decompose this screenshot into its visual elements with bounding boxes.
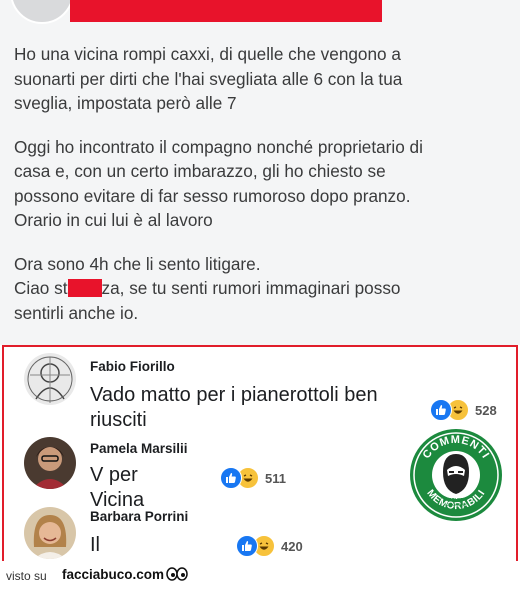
reaction-count: 420 — [281, 538, 303, 554]
comment-author[interactable]: Fabio Fiorillo — [90, 359, 175, 374]
comment-text: V per Vicina — [90, 464, 145, 511]
redacted-word — [67, 279, 102, 297]
redacted-poster-name — [70, 0, 382, 22]
reaction-summary[interactable]: 511 — [220, 467, 286, 489]
person-photo-icon — [24, 437, 76, 489]
post-paragraph-3: Ora sono 4h che li sento litigare. Ciao s… — [14, 252, 510, 326]
post-paragraph-2: Oggi ho incontrato il compagno nonché pr… — [14, 136, 423, 231]
like-icon — [430, 399, 452, 421]
comment-author[interactable]: Pamela Marsilii — [90, 441, 188, 456]
reaction-summary[interactable]: 528 — [430, 399, 497, 421]
eyes-icon — [166, 567, 188, 581]
post-body: Ho una vicina rompi caxxi, di quelle che… — [14, 42, 510, 325]
post-line: Ora sono 4h che li sento litigare. — [14, 253, 261, 274]
watermark-footer: visto su facciabuco.com — [0, 561, 520, 590]
person-photo-icon — [24, 507, 76, 559]
visto-su-label: visto su — [6, 569, 47, 583]
site-link[interactable]: facciabuco.com — [62, 567, 164, 582]
post-paragraph-1: Ho una vicina rompi caxxi, di quelle che… — [14, 44, 403, 113]
reaction-count: 528 — [475, 402, 497, 418]
post-line-after-redaction: za, se tu senti rumori immaginari posso — [101, 278, 401, 298]
post-line-end: sentirli anche io. — [14, 302, 139, 323]
avatar[interactable] — [24, 507, 76, 559]
like-icon — [236, 535, 258, 557]
sketch-avatar-icon — [24, 353, 76, 405]
avatar[interactable] — [24, 437, 76, 489]
comment-author[interactable]: Barbara Porrini — [90, 509, 188, 524]
reaction-count: 511 — [265, 470, 286, 486]
commenti-memorabili-logo: COMMENTI MEMORABILI NATI PER IGNORARE — [409, 428, 503, 522]
poster-avatar[interactable] — [10, 0, 74, 24]
like-icon — [220, 467, 242, 489]
comment-text: Vado matto per i pianerottoli ben riusci… — [90, 384, 378, 431]
avatar[interactable] — [24, 353, 76, 405]
post-card: Ho una vicina rompi caxxi, di quelle che… — [0, 0, 520, 345]
reaction-summary[interactable]: 420 — [236, 535, 303, 557]
post-line-before-redaction: Ciao st — [14, 278, 68, 298]
svg-text:IGNORARE: IGNORARE — [445, 502, 467, 507]
